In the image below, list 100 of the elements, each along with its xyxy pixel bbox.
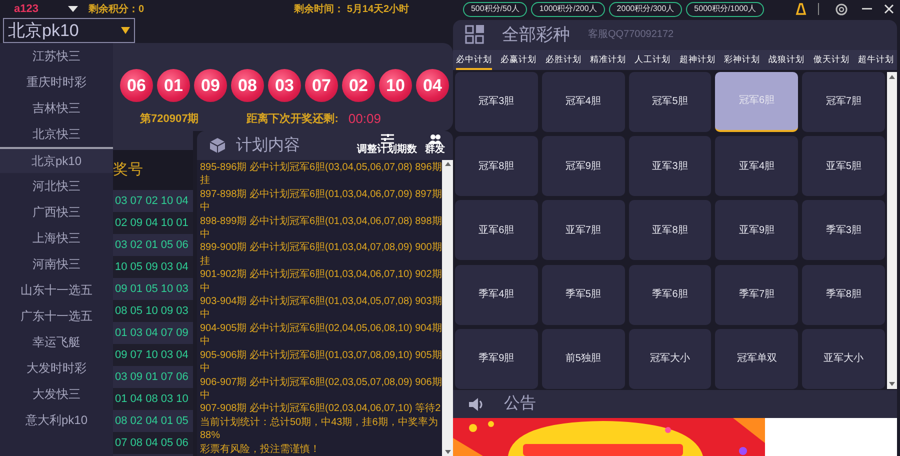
plan-line: 彩票有风险，投注需谨慎！ (200, 442, 321, 456)
plan-tab[interactable]: 战狼计划 (768, 50, 805, 70)
scroll-down-icon[interactable] (889, 382, 895, 386)
username: a123 (14, 2, 38, 17)
plan-tab[interactable]: 精准计划 (590, 50, 626, 70)
package-button[interactable]: 1000积分/200人 (531, 2, 605, 16)
plan-item-tile[interactable]: 亚军6胆 (455, 200, 538, 260)
draw-result-row: 08 05 10 09 03 (113, 300, 193, 322)
menu-item[interactable]: 大发快三 (0, 381, 113, 407)
plan-item-tile[interactable]: 季军8胆 (802, 264, 885, 325)
draw-result-row: 09 07 10 03 04 (113, 344, 193, 366)
menu-item[interactable]: 河北快三 (0, 173, 113, 199)
menu-item[interactable]: 大发时时彩 (0, 355, 113, 381)
plan-item-tile[interactable]: 亚军8胆 (628, 200, 712, 260)
menu-item[interactable]: 吉林快三 (0, 95, 113, 121)
plan-line: 904-905期 必中计划冠军6胆(02,04,05,06,08,10) 904期中 (200, 322, 442, 349)
plan-item-tile[interactable]: 亚军9胆 (715, 200, 798, 260)
speaker-icon (469, 396, 485, 412)
caret-icon[interactable] (68, 6, 78, 12)
plan-tab[interactable]: 傲天计划 (813, 50, 850, 70)
plan-item-tile[interactable]: 冠军大小 (628, 328, 712, 389)
plan-item-tile[interactable]: 冠军单双 (715, 328, 798, 389)
period-label: 第720907期 (140, 112, 199, 126)
plan-line: 当前计划统计：总计50期，中43期，挂6期，中奖率为88% (200, 416, 439, 443)
menu-item[interactable]: 广东十一选五 (0, 303, 113, 329)
scroll-up-icon[interactable] (444, 162, 450, 166)
plan-tab[interactable]: 必赢计划 (500, 50, 537, 70)
notice-title: 公告 (504, 394, 536, 414)
menu-item[interactable]: 河南快三 (0, 251, 113, 277)
points-label: 剩余积分：0 (88, 2, 144, 16)
package-button[interactable]: 2000积分/300人 (608, 2, 682, 16)
menu-item[interactable]: 重庆时时彩 (0, 69, 113, 95)
plan-item-tile[interactable]: 季军4胆 (455, 264, 538, 325)
plan-line: 905-906期 必中计划冠军6胆(01,03,07,08,09,10) 905期中 (200, 348, 442, 376)
plan-line: 901-902期 必中计划冠军6胆(01,03,04,06,07,10) 902期中 (200, 268, 442, 296)
scroll-up-icon[interactable] (889, 74, 895, 79)
menu-item[interactable]: 意大利pk10 (0, 407, 113, 433)
caret-icon (121, 27, 130, 34)
service-qq: 客服QQ770092172 (588, 28, 674, 42)
plan-item-tile[interactable]: 季军7胆 (715, 264, 798, 325)
draw-result-row: 07 08 04 05 06 (113, 432, 193, 454)
draw-result-row: 01 04 08 03 10 (113, 388, 193, 410)
menu-item[interactable]: 北京pk10 (0, 147, 113, 173)
lottery-selector[interactable]: 北京pk10 (3, 18, 135, 43)
draw-result-row: 02 09 04 10 01 (113, 212, 193, 234)
plan-line: 898-899期 必中计划冠军6胆(01,03,04,06,07,08) 898期中 (200, 214, 442, 242)
plan-tab[interactable]: 彩神计划 (724, 50, 760, 70)
people-icon (428, 134, 442, 144)
scroll-down-icon[interactable] (444, 450, 450, 454)
plan-tab[interactable]: 必胜计划 (545, 50, 582, 70)
package-button[interactable]: 5000积分/1000人 (686, 2, 764, 16)
plan-tab[interactable]: 超牛计划 (858, 50, 894, 70)
countdown-label: 距离下次开奖还剩: (246, 112, 338, 126)
plan-item-tile[interactable]: 季军3胆 (802, 200, 885, 260)
plan-item-tile[interactable]: 季军6胆 (628, 264, 712, 325)
plan-item-tile[interactable]: 亚军7胆 (542, 200, 625, 260)
scrollbar[interactable] (442, 160, 453, 456)
plan-item-tile[interactable]: 冠军9胆 (542, 136, 625, 196)
plan-title: 计划内容 (236, 136, 300, 156)
time-left-label: 剩余时间： 5月14天2小时 (294, 2, 410, 16)
lottery-title: 全部彩种 (502, 24, 570, 46)
plan-item-tile[interactable]: 冠军8胆 (455, 136, 538, 196)
scrollbar[interactable] (887, 72, 897, 390)
package-button[interactable]: 500积分/50人 (462, 2, 528, 16)
menu-item[interactable]: 广西快三 (0, 199, 113, 225)
menu-item[interactable]: 江苏快三 (0, 43, 113, 69)
plan-item-tile[interactable]: 冠军4胆 (542, 72, 625, 132)
broadcast-button[interactable]: 群发 (425, 134, 445, 157)
plan-item-tile[interactable]: 亚军大小 (802, 328, 885, 389)
plan-tab[interactable]: 超神计划 (679, 50, 716, 70)
close-icon[interactable] (884, 4, 894, 14)
plan-item-tile[interactable]: 亚军3胆 (628, 136, 712, 196)
minimize-icon[interactable] (862, 8, 872, 10)
draw-result-row: 10 05 09 03 04 (113, 256, 193, 278)
plan-line: 907-908期 必中计划冠军6胆(02,03,04,06,07,10) 等待2 (200, 402, 442, 416)
plan-item-tile[interactable]: 亚军4胆 (715, 136, 798, 196)
menu-item[interactable]: 北京快三 (0, 121, 113, 147)
plan-item-tile[interactable]: 冠军7胆 (802, 72, 885, 132)
adjust-periods-button[interactable]: 调整计划期数 (357, 134, 417, 157)
plan-item-tile[interactable]: 亚军5胆 (802, 136, 885, 196)
menu-item[interactable]: 山东十一选五 (0, 277, 113, 303)
column-header: 奖号 (113, 160, 143, 180)
plan-line: 903-904期 必中计划冠军6胆(01,03,04,05,07,08) 903期中 (200, 295, 442, 322)
plan-line: 897-898期 必中计划冠军6胆(01,03,04,06,07,09) 897期中 (200, 188, 442, 215)
menu-item[interactable]: 上海快三 (0, 225, 113, 251)
plan-item-tile[interactable]: 冠军3胆 (455, 72, 538, 132)
plan-item-tile[interactable]: 季军5胆 (542, 264, 625, 325)
countdown-value: 00:09 (348, 110, 381, 128)
plan-item-tile[interactable]: 冠军5胆 (628, 72, 712, 132)
menu-item[interactable]: 幸运飞艇 (0, 329, 113, 355)
plan-tab[interactable]: 必中计划 (456, 50, 492, 70)
plan-item-tile[interactable]: 季军9胆 (455, 328, 538, 389)
plan-line: 906-907期 必中计划冠军6胆(02,03,05,07,08,09) 906期中 (200, 376, 442, 402)
grid-icon (465, 25, 484, 44)
plan-tab[interactable]: 人工计划 (634, 50, 671, 70)
settings-icon[interactable] (835, 2, 848, 16)
cube-icon (209, 137, 226, 154)
plan-line: 899-900期 必中计划冠军6胆(01,03,04,07,08,09) 900期挂 (200, 241, 442, 268)
plan-line: 895-896期 必中计划冠军6胆(03,04,05,06,07,08) 896期挂 (200, 161, 442, 188)
plan-item-tile[interactable]: 前5独胆 (542, 328, 625, 389)
